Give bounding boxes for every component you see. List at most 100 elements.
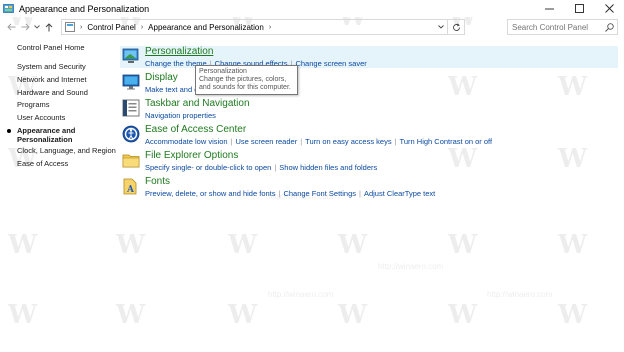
category-links: Make text and ot [145, 85, 200, 94]
category-title[interactable]: Fonts [145, 176, 170, 187]
link-divider: | [278, 189, 281, 198]
link-change-screen-saver[interactable]: Change screen saver [295, 59, 366, 68]
link-turn-high-contrast[interactable]: Turn High Contrast on or off [400, 137, 493, 146]
recent-locations-button[interactable] [33, 20, 41, 34]
refresh-icon [452, 22, 460, 31]
watermark-logo: W [338, 230, 368, 260]
window-controls [534, 0, 624, 17]
watermark-url: http://winaero.com [268, 290, 334, 299]
breadcrumb-separator: › [268, 23, 272, 31]
tooltip-title: Personalization [199, 68, 247, 75]
sidebar-item-network-internet[interactable]: Network and Internet [17, 75, 87, 85]
category-taskbar: Taskbar and Navigation Navigation proper… [120, 98, 618, 120]
svg-text:A: A [126, 185, 135, 195]
category-links: Preview, delete, or show and hide fonts … [145, 189, 435, 198]
sidebar-item-user-accounts[interactable]: User Accounts [17, 113, 65, 123]
fonts-icon: A [123, 178, 137, 195]
link-divider: | [300, 137, 303, 146]
display-icon [122, 74, 140, 90]
back-arrow-icon [7, 23, 16, 31]
taskbar-icon [122, 99, 140, 117]
category-ease-of-access: Ease of Access Center Accommodate low vi… [120, 124, 618, 146]
category-title[interactable]: Taskbar and Navigation [145, 98, 250, 109]
maximize-button[interactable] [564, 0, 594, 17]
tooltip: Personalization Change the pictures, col… [195, 65, 298, 95]
chevron-down-icon [34, 25, 40, 29]
up-button[interactable] [42, 20, 55, 34]
back-button[interactable] [5, 20, 18, 34]
link-turn-on-easy-access-keys[interactable]: Turn on easy access keys [305, 137, 391, 146]
sidebar-item-appearance-current-line2: Personalization [17, 135, 73, 144]
minimize-icon [544, 8, 554, 10]
tooltip-body: Change the pictures, colors, and sounds … [199, 76, 291, 91]
address-dropdown-button[interactable] [438, 22, 444, 31]
category-links: Navigation properties [145, 111, 216, 120]
category-links: Accommodate low vision | Use screen read… [145, 137, 492, 146]
link-show-hidden-files[interactable]: Show hidden files and folders [279, 163, 377, 172]
category-title[interactable]: File Explorer Options [145, 150, 238, 161]
watermark-logo: W [448, 300, 478, 330]
navigation-bar: › Control Panel › Appearance and Persona… [0, 17, 624, 37]
minimize-button[interactable] [534, 0, 564, 17]
watermark-logo: W [116, 300, 146, 330]
ease-of-access-icon [122, 125, 140, 143]
watermark-logo: W [338, 300, 368, 330]
link-divider: | [230, 137, 233, 146]
sidebar-item-programs[interactable]: Programs [17, 100, 50, 110]
link-divider: | [394, 137, 397, 146]
watermark-url: http://winaero.com [487, 290, 553, 299]
breadcrumb-appearance[interactable]: Appearance and Personalization [148, 23, 264, 32]
close-button[interactable] [594, 0, 624, 17]
link-divider: | [359, 189, 361, 198]
watermark-url: http://winaero.com [378, 262, 444, 271]
watermark-logo: W [448, 230, 478, 260]
category-links: Specify single- or double-click to open … [145, 163, 377, 172]
watermark-logo: W [228, 300, 258, 330]
current-item-bullet [7, 129, 11, 133]
sidebar-item-clock-language[interactable]: Clock, Language, and Region [17, 146, 116, 156]
close-icon [604, 4, 614, 13]
watermark-logo: W [8, 300, 38, 330]
title-bar[interactable]: Appearance and Personalization [0, 0, 624, 17]
watermark-logo: W [8, 230, 38, 260]
file-explorer-icon [122, 154, 140, 168]
breadcrumb-control-panel[interactable]: Control Panel [87, 23, 135, 32]
control-panel-icon [65, 22, 75, 32]
forward-arrow-icon [21, 23, 30, 31]
watermark-logo: W [558, 300, 588, 330]
address-bar[interactable]: › Control Panel › Appearance and Persona… [61, 19, 465, 35]
category-title[interactable]: Personalization [145, 46, 213, 57]
watermark-logo: W [228, 230, 258, 260]
search-input[interactable] [512, 22, 604, 32]
search-box[interactable] [507, 19, 618, 35]
window-title: Appearance and Personalization [19, 3, 150, 14]
search-icon [605, 23, 614, 32]
category-title[interactable]: Ease of Access Center [145, 124, 246, 135]
sidebar-item-hardware-sound[interactable]: Hardware and Sound [17, 88, 88, 98]
link-make-text-larger[interactable]: Make text and ot [145, 85, 200, 94]
category-title[interactable]: Display [145, 72, 178, 83]
forward-button[interactable] [19, 20, 32, 34]
breadcrumb-separator: › [80, 23, 83, 31]
sidebar-item-control-panel-home[interactable]: Control Panel Home [17, 43, 85, 53]
refresh-button[interactable] [447, 19, 464, 35]
breadcrumb-separator: › [140, 23, 144, 31]
link-divider: | [274, 163, 277, 172]
category-fonts: A Fonts Preview, delete, or show and hid… [120, 176, 618, 198]
link-navigation-properties[interactable]: Navigation properties [145, 111, 216, 120]
sidebar-item-system-security[interactable]: System and Security [17, 62, 86, 72]
watermark-logo: W [558, 230, 588, 260]
link-accommodate-low-vision[interactable]: Accommodate low vision [145, 137, 228, 146]
link-change-font-settings[interactable]: Change Font Settings [283, 189, 356, 198]
maximize-icon [574, 4, 584, 13]
link-adjust-cleartype[interactable]: Adjust ClearType text [364, 189, 435, 198]
category-file-explorer-options: File Explorer Options Specify single- or… [120, 150, 618, 172]
link-preview-fonts[interactable]: Preview, delete, or show and hide fonts [145, 189, 276, 198]
control-panel-icon [3, 4, 14, 13]
link-use-screen-reader[interactable]: Use screen reader [236, 137, 298, 146]
personalization-icon [122, 48, 139, 63]
link-single-double-click[interactable]: Specify single- or double-click to open [145, 163, 271, 172]
sidebar-item-ease-of-access[interactable]: Ease of Access [17, 159, 68, 169]
chevron-down-icon [438, 25, 444, 29]
watermark-logo: W [116, 230, 146, 260]
